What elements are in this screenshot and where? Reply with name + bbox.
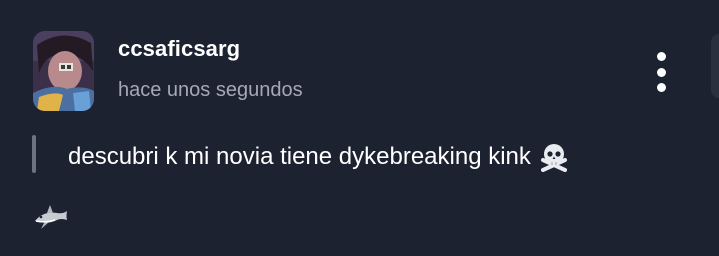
shark-icon	[33, 203, 69, 233]
skull-and-crossbones-icon	[539, 142, 569, 172]
post-timestamp: hace unos segundos	[118, 79, 303, 101]
username[interactable]: ccsaficsarg	[118, 36, 240, 62]
post-content: descubri k mi novia tiene dykebreaking k…	[68, 142, 569, 172]
more-vertical-icon	[656, 52, 666, 61]
more-options-button[interactable]	[646, 48, 676, 96]
quote-bar	[32, 135, 36, 173]
more-vertical-icon-dot	[656, 67, 666, 77]
more-vertical-icon-dot	[656, 83, 666, 92]
post-text: descubri k mi novia tiene dykebreaking k…	[68, 143, 531, 170]
avatar-photo	[33, 31, 94, 111]
adjacent-card-edge	[711, 34, 719, 98]
avatar[interactable]	[33, 31, 94, 111]
